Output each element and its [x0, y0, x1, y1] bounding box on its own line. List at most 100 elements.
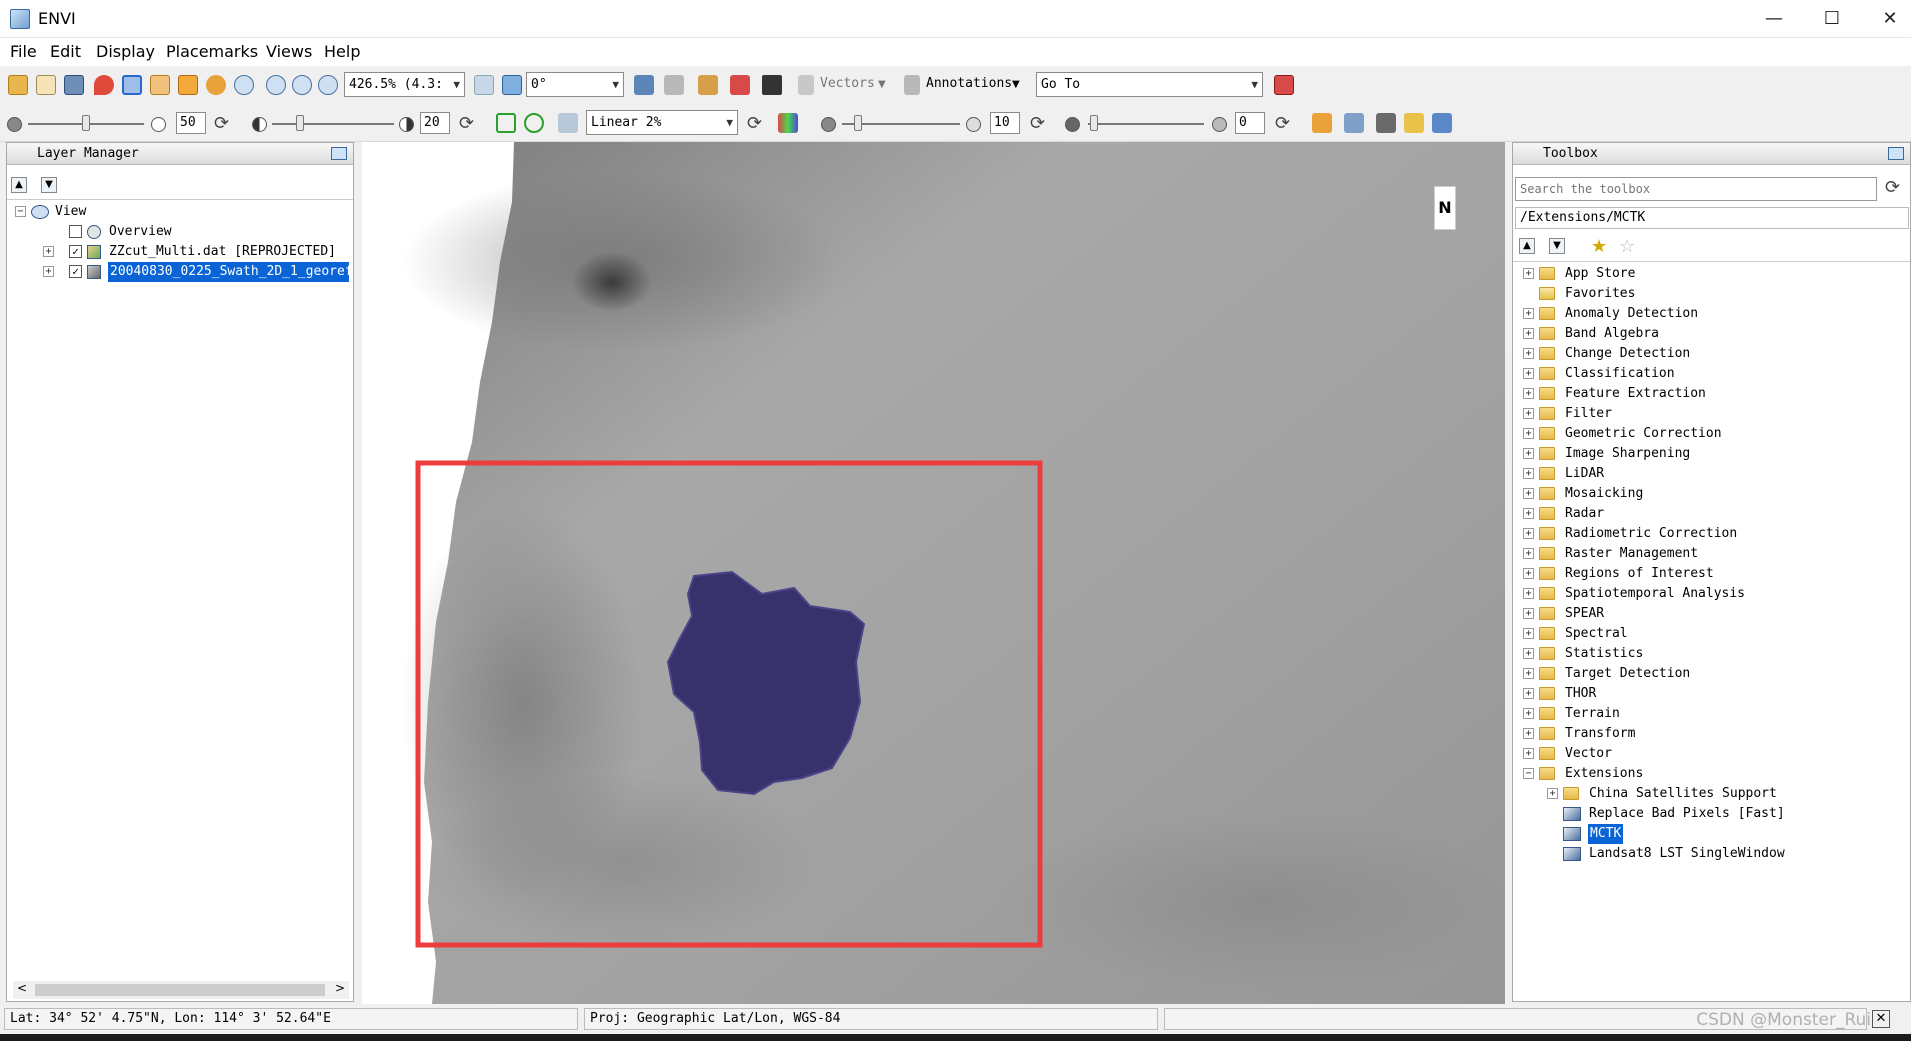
toolbox-folder-app-store[interactable]: + App Store — [1523, 264, 1903, 284]
pin-icon[interactable] — [331, 147, 347, 160]
map-view[interactable]: N — [362, 142, 1505, 1004]
toolbox-folder-spatiotemporal-analysis[interactable]: + Spatiotemporal Analysis — [1523, 584, 1903, 604]
expand-icon[interactable]: + — [43, 246, 54, 257]
toolbox-folder-lidar[interactable]: + LiDAR — [1523, 464, 1903, 484]
sharpen-input[interactable]: 10 — [990, 112, 1020, 134]
toolbox-folder-filter[interactable]: + Filter — [1523, 404, 1903, 424]
vectors-icon[interactable] — [798, 75, 814, 95]
expand-icon[interactable]: + — [1523, 728, 1534, 739]
close-button[interactable]: ✕ — [1861, 0, 1911, 38]
expand-icon[interactable]: + — [1523, 328, 1534, 339]
roi-tool-icon[interactable] — [730, 75, 750, 95]
layer-1-checkbox[interactable]: ✓ — [69, 245, 82, 258]
expand-icon[interactable]: + — [1523, 428, 1534, 439]
fly-icon[interactable] — [178, 75, 198, 95]
portal-view-icon[interactable] — [1376, 113, 1396, 133]
zoom-out-icon[interactable] — [292, 75, 312, 95]
contrast-input[interactable]: 20 — [420, 112, 450, 134]
toolbox-folder-extensions[interactable]: − Extensions — [1523, 764, 1903, 784]
rotate-icon[interactable] — [206, 75, 226, 95]
tree-row-layer-1[interactable]: + ✓ ZZcut_Multi.dat [REPROJECTED] — [15, 242, 345, 262]
goto-exit-icon[interactable] — [1274, 75, 1294, 95]
expand-icon[interactable]: + — [1523, 668, 1534, 679]
expand-icon[interactable]: + — [1523, 568, 1534, 579]
overview-checkbox[interactable] — [69, 225, 82, 238]
menu-edit[interactable]: Edit — [50, 42, 81, 61]
toolbox-folder-classification[interactable]: + Classification — [1523, 364, 1903, 384]
menu-help[interactable]: Help — [324, 42, 360, 61]
expand-all-icon[interactable]: ▼ — [41, 177, 57, 193]
remove-favorite-icon[interactable]: ☆ — [1619, 236, 1635, 257]
contrast-slider-track[interactable] — [272, 123, 394, 125]
placemark-icon[interactable] — [94, 75, 114, 95]
toolbox-folder-vector[interactable]: + Vector — [1523, 744, 1903, 764]
zoom-in-icon[interactable] — [266, 75, 286, 95]
toolbox-folder-favorites[interactable]: Favorites — [1523, 284, 1903, 304]
toolbox-folder-china-satellites-support[interactable]: + China Satellites Support — [1547, 784, 1903, 804]
brightness-reset-icon[interactable]: ⟳ — [214, 113, 229, 134]
data-manager-icon[interactable] — [36, 75, 56, 95]
toolbox-folder-terrain[interactable]: + Terrain — [1523, 704, 1903, 724]
stretch-icon[interactable] — [558, 113, 578, 133]
expand-icon[interactable]: + — [1523, 548, 1534, 559]
chip-view-icon[interactable] — [1344, 113, 1364, 133]
zoom-combo[interactable]: 426.5% (4.3: ▼ — [344, 72, 465, 97]
expand-icon[interactable]: + — [1523, 588, 1534, 599]
annotations-icon[interactable] — [904, 75, 920, 95]
expand-icon[interactable]: + — [1523, 308, 1534, 319]
select-arrow-icon[interactable] — [122, 75, 142, 95]
tree-row-view[interactable]: − View — [15, 202, 345, 222]
expand-icon[interactable]: + — [1523, 368, 1534, 379]
toolbox-folder-geometric-correction[interactable]: + Geometric Correction — [1523, 424, 1903, 444]
profile-icon[interactable] — [1312, 113, 1332, 133]
rotation-combo[interactable]: 0° ▼ — [526, 72, 624, 97]
pin-icon[interactable] — [1888, 147, 1904, 160]
menu-file[interactable]: File — [10, 42, 37, 61]
annotations-button[interactable]: Annotations — [926, 76, 1012, 91]
menu-placemarks[interactable]: Placemarks — [166, 42, 258, 61]
rotate-north-icon[interactable] — [474, 75, 494, 95]
toolbox-folder-feature-extraction[interactable]: + Feature Extraction — [1523, 384, 1903, 404]
collapse-icon[interactable]: − — [15, 206, 26, 217]
expand-icon[interactable]: + — [1523, 488, 1534, 499]
brightness-input[interactable]: 50 — [176, 112, 206, 134]
toolbox-folder-mosaicking[interactable]: + Mosaicking — [1523, 484, 1903, 504]
open-file-icon[interactable] — [8, 75, 28, 95]
toolbox-folder-image-sharpening[interactable]: + Image Sharpening — [1523, 444, 1903, 464]
collapse-icon[interactable]: − — [1523, 768, 1534, 779]
toolbox-tool-mctk[interactable]: MCTK — [1547, 824, 1903, 844]
toolbox-folder-spectral[interactable]: + Spectral — [1523, 624, 1903, 644]
collapse-all-icon[interactable]: ▲ — [11, 177, 27, 193]
tree-row-overview[interactable]: Overview — [15, 222, 345, 242]
crosshairs-icon[interactable] — [664, 75, 684, 95]
expand-icon[interactable]: + — [1523, 748, 1534, 759]
expand-icon[interactable]: + — [1523, 388, 1534, 399]
zoom-icon[interactable] — [234, 75, 254, 95]
toolbox-folder-regions-of-interest[interactable]: + Regions of Interest — [1523, 564, 1903, 584]
contrast-slider-thumb[interactable] — [296, 115, 304, 131]
toolbox-tool-replace-bad-pixels[interactable]: Replace Bad Pixels [Fast] — [1547, 804, 1903, 824]
swipe-icon[interactable] — [1404, 113, 1424, 133]
toolbox-tool-landsat8-lst[interactable]: Landsat8 LST SingleWindow — [1547, 844, 1903, 864]
transparency-slider-track[interactable] — [1088, 123, 1204, 125]
goto-combo[interactable]: Go To ▼ — [1036, 72, 1263, 97]
expand-icon[interactable]: + — [1523, 648, 1534, 659]
view-extent-icon[interactable] — [524, 113, 544, 133]
vectors-button[interactable]: Vectors — [820, 76, 875, 91]
toolbox-folder-anomaly-detection[interactable]: + Anomaly Detection — [1523, 304, 1903, 324]
expand-all-icon[interactable]: ▼ — [1549, 238, 1565, 254]
toolbox-folder-target-detection[interactable]: + Target Detection — [1523, 664, 1903, 684]
sharpen-reset-icon[interactable]: ⟳ — [1030, 113, 1045, 134]
collapse-all-icon[interactable]: ▲ — [1519, 238, 1535, 254]
toolbox-folder-band-algebra[interactable]: + Band Algebra — [1523, 324, 1903, 344]
expand-icon[interactable]: + — [1523, 528, 1534, 539]
zoom-fit-icon[interactable] — [318, 75, 338, 95]
expand-icon[interactable]: + — [1523, 688, 1534, 699]
pan-hand-icon[interactable] — [150, 75, 170, 95]
refresh-icon[interactable]: ⟳ — [1885, 177, 1900, 198]
transparency-input[interactable]: 0 — [1235, 112, 1265, 134]
horizontal-scrollbar[interactable]: < > — [13, 981, 349, 999]
toolbox-folder-transform[interactable]: + Transform — [1523, 724, 1903, 744]
expand-icon[interactable]: + — [1523, 348, 1534, 359]
close-icon[interactable]: ✕ — [1872, 1010, 1890, 1028]
